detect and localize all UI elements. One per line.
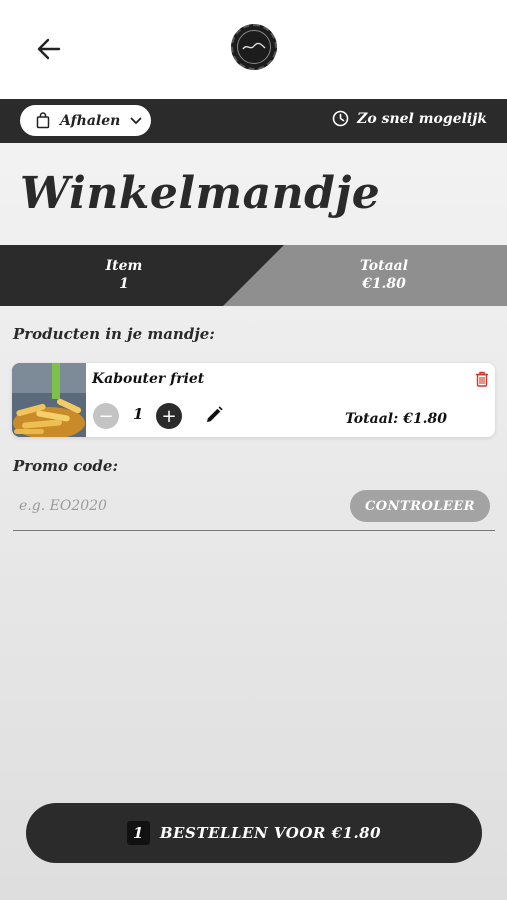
item-count-block: Item 1 bbox=[74, 257, 174, 293]
total-block: Totaal €1.80 bbox=[334, 257, 434, 293]
page-title: Winkelmandje bbox=[20, 168, 381, 219]
clock-icon bbox=[332, 110, 349, 127]
time-selector[interactable]: Zo snel mogelijk bbox=[332, 110, 487, 127]
check-promo-button[interactable]: CONTROLEER bbox=[350, 490, 490, 522]
logo-script bbox=[242, 42, 266, 50]
minus-icon: − bbox=[98, 405, 114, 427]
pickup-selector[interactable]: Afhalen bbox=[20, 105, 151, 136]
delete-item-button[interactable] bbox=[475, 371, 489, 391]
plus-icon: + bbox=[161, 405, 177, 427]
decrease-quantity-button[interactable]: − bbox=[93, 403, 119, 429]
edit-item-button[interactable] bbox=[204, 405, 224, 429]
fries-photo bbox=[12, 363, 86, 437]
order-label: BESTELLEN VOOR €1.80 bbox=[159, 824, 382, 842]
product-name: Kabouter friet bbox=[92, 371, 205, 387]
item-total: Totaal: €1.80 bbox=[345, 411, 447, 427]
cart-summary: Item 1 Totaal €1.80 bbox=[0, 245, 507, 306]
promo-underline bbox=[13, 530, 495, 531]
item-count-label: Item bbox=[105, 258, 143, 274]
trash-icon bbox=[476, 371, 488, 387]
logo-emblem bbox=[237, 30, 271, 64]
app-header bbox=[0, 0, 507, 99]
promo-label: Promo code: bbox=[13, 457, 118, 475]
total-value: €1.80 bbox=[362, 276, 406, 292]
arrow-left-icon bbox=[37, 38, 61, 60]
item-count-value: 1 bbox=[119, 276, 129, 292]
restaurant-logo bbox=[231, 24, 277, 70]
increase-quantity-button[interactable]: + bbox=[156, 403, 182, 429]
pickup-label: Afhalen bbox=[60, 112, 121, 129]
chevron-down-icon bbox=[130, 117, 142, 124]
cart-item: Kabouter friet − 1 + Totaal: €1.80 bbox=[12, 363, 495, 437]
products-section-label: Producten in je mandje: bbox=[13, 325, 215, 343]
order-mode-bar: Afhalen Zo snel mogelijk bbox=[0, 99, 507, 143]
order-count-badge: 1 bbox=[126, 821, 150, 845]
promo-code-input[interactable] bbox=[13, 488, 343, 524]
place-order-button[interactable]: 1 BESTELLEN VOOR €1.80 bbox=[26, 803, 482, 863]
shopping-bag-icon bbox=[36, 112, 50, 129]
quantity-value: 1 bbox=[133, 405, 144, 423]
time-label: Zo snel mogelijk bbox=[357, 110, 487, 127]
back-button[interactable] bbox=[34, 34, 64, 64]
pencil-icon bbox=[207, 406, 223, 422]
total-label: Totaal bbox=[359, 258, 409, 274]
